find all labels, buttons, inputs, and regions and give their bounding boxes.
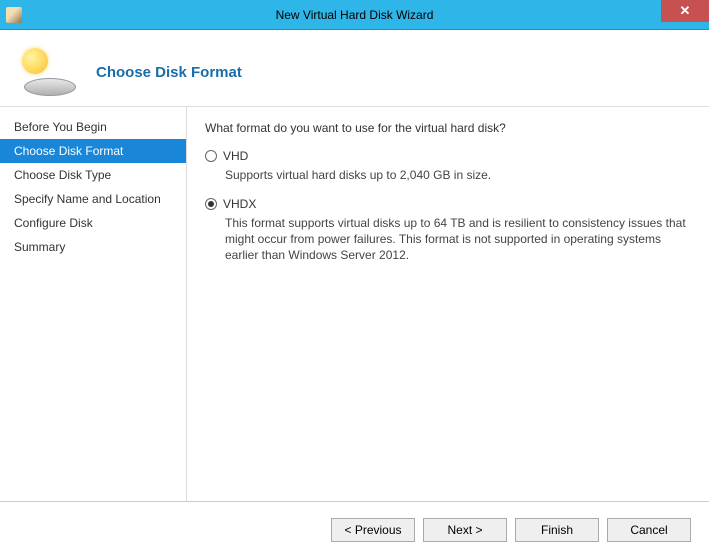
sidebar: Before You Begin Choose Disk Format Choo…	[0, 107, 186, 501]
option-vhd: VHD Supports virtual hard disks up to 2,…	[205, 149, 689, 183]
step-before-you-begin[interactable]: Before You Begin	[0, 115, 186, 139]
step-choose-disk-format[interactable]: Choose Disk Format	[0, 139, 186, 163]
window-title: New Virtual Hard Disk Wizard	[276, 8, 434, 22]
radio-vhd[interactable]	[205, 150, 217, 162]
step-configure-disk[interactable]: Configure Disk	[0, 211, 186, 235]
page-title: Choose Disk Format	[96, 64, 242, 81]
close-icon: ✕	[680, 3, 691, 19]
label-vhdx: VHDX	[223, 197, 256, 211]
header: Choose Disk Format	[0, 30, 709, 106]
radio-row-vhdx[interactable]: VHDX	[205, 197, 689, 211]
step-specify-name-location[interactable]: Specify Name and Location	[0, 187, 186, 211]
close-button[interactable]: ✕	[661, 0, 709, 22]
format-question: What format do you want to use for the v…	[205, 121, 689, 135]
disk-platter-icon	[24, 78, 76, 96]
previous-button[interactable]: < Previous	[331, 518, 415, 542]
radio-vhdx[interactable]	[205, 198, 217, 210]
desc-vhd: Supports virtual hard disks up to 2,040 …	[225, 167, 689, 183]
content-panel: What format do you want to use for the v…	[186, 107, 709, 501]
label-vhd: VHD	[223, 149, 248, 163]
sun-icon	[22, 48, 48, 74]
wizard-icon	[22, 48, 78, 96]
radio-row-vhd[interactable]: VHD	[205, 149, 689, 163]
next-button[interactable]: Next >	[423, 518, 507, 542]
desc-vhdx: This format supports virtual disks up to…	[225, 215, 689, 263]
titlebar: New Virtual Hard Disk Wizard ✕	[0, 0, 709, 30]
option-vhdx: VHDX This format supports virtual disks …	[205, 197, 689, 263]
app-icon	[6, 7, 22, 23]
finish-button[interactable]: Finish	[515, 518, 599, 542]
body-area: Before You Begin Choose Disk Format Choo…	[0, 106, 709, 501]
step-summary[interactable]: Summary	[0, 235, 186, 259]
footer: < Previous Next > Finish Cancel	[0, 501, 709, 557]
step-choose-disk-type[interactable]: Choose Disk Type	[0, 163, 186, 187]
cancel-button[interactable]: Cancel	[607, 518, 691, 542]
